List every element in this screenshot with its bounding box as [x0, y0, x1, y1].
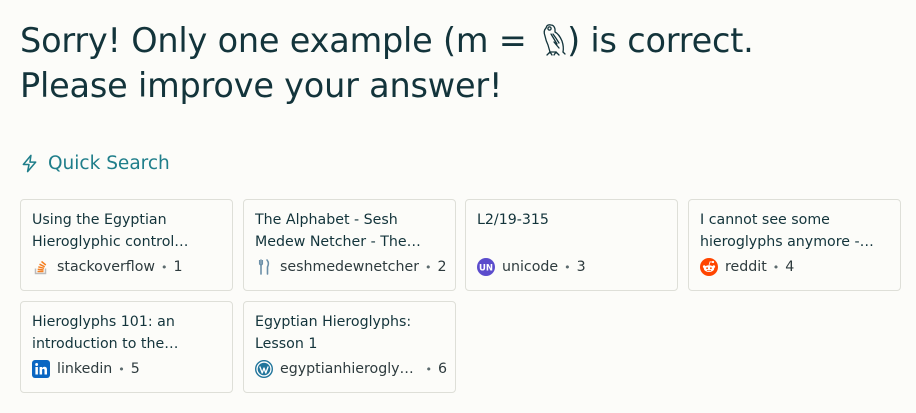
separator-dot: • — [118, 362, 125, 376]
result-index: 3 — [576, 259, 586, 275]
result-source: reddit • 4 — [700, 258, 892, 276]
result-title[interactable]: L2/19-315 — [477, 209, 666, 253]
separator-dot: • — [772, 260, 780, 274]
svg-text:UN: UN — [479, 263, 493, 273]
result-card-stackoverflow[interactable]: Using the Egyptian Hieroglyphic control…… — [20, 199, 233, 291]
owl-hieroglyph-icon — [543, 24, 566, 56]
result-title[interactable]: Using the Egyptian Hieroglyphic control… — [32, 209, 221, 253]
answer-feedback-page: Sorry! Only one example (m = ) is correc… — [0, 0, 916, 413]
result-source-name: linkedin — [57, 361, 113, 377]
result-source: stackoverflow • 1 — [32, 258, 224, 276]
seshmedewnetcher-icon — [258, 259, 270, 275]
lightning-icon — [22, 154, 37, 172]
result-source: egyptianhieroglyp… • 6 — [255, 360, 447, 378]
result-source-name: egyptianhieroglyp… — [280, 361, 420, 377]
linkedin-icon — [32, 360, 50, 378]
result-title[interactable]: I cannot see some hieroglyphs anymore - … — [700, 209, 889, 253]
separator-dot: • — [425, 362, 432, 376]
separator-dot: • — [161, 260, 168, 274]
result-index: 5 — [130, 361, 140, 377]
result-card-reddit[interactable]: I cannot see some hieroglyphs anymore - … — [688, 199, 901, 291]
result-source: seshmedewnetcher • 2 — [255, 258, 447, 276]
result-index: 1 — [173, 259, 183, 275]
unicode-icon: UN — [477, 258, 495, 276]
feedback-headline: Sorry! Only one example (m = ) is correc… — [20, 18, 900, 108]
quick-search-label: Quick Search — [48, 152, 170, 174]
result-index: 2 — [437, 259, 447, 275]
result-source-name: reddit — [725, 259, 767, 275]
result-title[interactable]: Hieroglyphs 101: an introduction to the… — [32, 311, 221, 355]
wordpress-icon — [255, 360, 273, 378]
result-source-name: seshmedewnetcher — [280, 259, 420, 275]
quick-search-header: Quick Search — [20, 150, 170, 176]
headline-line2: Please improve your answer! — [20, 66, 503, 105]
result-card-seshmedewnetcher[interactable]: The Alphabet - Sesh Medew Netcher - The…… — [243, 199, 456, 291]
result-source: linkedin • 5 — [32, 360, 224, 378]
result-source-name: unicode — [502, 259, 559, 275]
separator-dot: • — [564, 260, 571, 274]
headline-line1-end: ) is correct. — [567, 21, 754, 60]
result-source-name: stackoverflow — [57, 259, 156, 275]
stackoverflow-icon — [34, 260, 47, 275]
result-card-egyptianhieroglyphs[interactable]: Egyptian Hieroglyphs: Lesson 1 egyptianh… — [243, 301, 456, 393]
separator-dot: • — [425, 260, 432, 274]
result-source: UN unicode • 3 — [477, 258, 669, 276]
result-card-linkedin[interactable]: Hieroglyphs 101: an introduction to the…… — [20, 301, 233, 393]
reddit-icon — [700, 258, 718, 276]
result-index: 4 — [785, 259, 795, 275]
result-index: 6 — [437, 361, 447, 377]
headline-line1-start: Sorry! Only one example (m = — [20, 21, 538, 60]
result-title[interactable]: Egyptian Hieroglyphs: Lesson 1 — [255, 311, 444, 355]
result-card-unicode[interactable]: L2/19-315 UN unicode • 3 — [465, 199, 678, 291]
result-title[interactable]: The Alphabet - Sesh Medew Netcher - The… — [255, 209, 444, 253]
